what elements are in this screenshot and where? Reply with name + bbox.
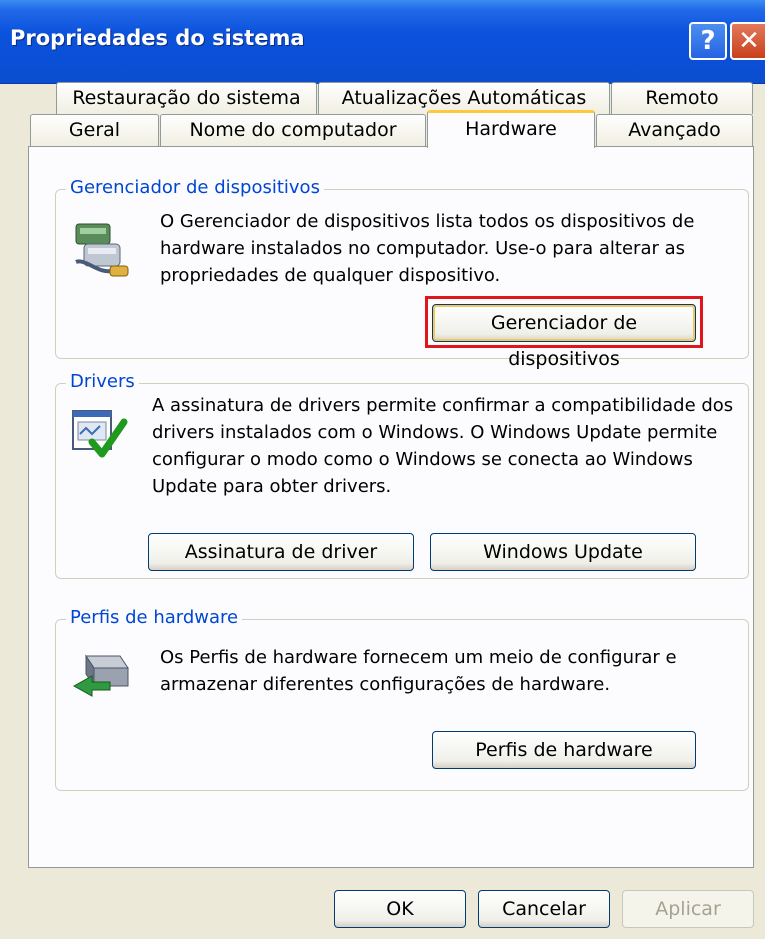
profiles-description: Os Perfis de hardware fornecem um meio d… xyxy=(160,644,677,698)
title-bar[interactable]: Propriedades do sistema ? ✕ xyxy=(0,0,765,84)
window-title: Propriedades do sistema xyxy=(10,26,305,50)
tab-restauracao-do-sistema[interactable]: Restauração do sistema xyxy=(56,82,317,114)
description-line: A assinatura de drivers permite confirma… xyxy=(152,395,734,416)
tab-label: Hardware xyxy=(465,118,557,140)
cancel-button[interactable]: Cancelar xyxy=(478,890,610,928)
tab-label: Remoto xyxy=(645,87,719,109)
tab-geral[interactable]: Geral xyxy=(30,114,159,146)
ok-button[interactable]: OK xyxy=(334,890,466,928)
description-line: drivers instalados com o Windows. O Wind… xyxy=(152,422,718,443)
system-properties-window: Propriedades do sistema ? ✕ Restauração … xyxy=(0,0,765,939)
help-icon: ? xyxy=(700,26,716,56)
group-legend: Drivers xyxy=(66,371,139,393)
hardware-profiles-icon xyxy=(72,654,129,697)
tab-remoto[interactable]: Remoto xyxy=(611,82,753,114)
tab-label: Restauração do sistema xyxy=(72,87,301,109)
driver-signing-button[interactable]: Assinatura de driver xyxy=(148,533,414,571)
description-line: armazenar diferentes configurações de ha… xyxy=(160,674,611,695)
tab-hardware[interactable]: Hardware xyxy=(427,110,595,148)
tab-label: Atualizações Automáticas xyxy=(341,87,587,109)
description-line: propriedades de qualquer dispositivo. xyxy=(160,265,501,286)
hardware-profiles-button[interactable]: Perfis de hardware xyxy=(432,731,696,769)
drivers-description: A assinatura de drivers permite confirma… xyxy=(152,392,733,500)
windows-update-button[interactable]: Windows Update xyxy=(430,533,696,571)
tab-avancado[interactable]: Avançado xyxy=(596,114,753,146)
tab-label: Geral xyxy=(68,119,121,141)
device-manager-button[interactable]: Gerenciador de dispositivos xyxy=(432,304,696,370)
close-button[interactable]: ✕ xyxy=(730,22,765,60)
help-button[interactable]: ? xyxy=(689,22,727,60)
driver-signing-icon xyxy=(72,410,128,458)
apply-button[interactable]: Aplicar xyxy=(622,890,754,928)
device-manager-description: O Gerenciador de dispositivos lista todo… xyxy=(160,208,694,289)
group-legend: Gerenciador de dispositivos xyxy=(66,177,324,199)
description-line: Update para obter drivers. xyxy=(152,476,392,497)
tab-label: Nome do computador xyxy=(189,119,397,141)
tab-label: Avançado xyxy=(628,119,721,141)
description-line: configurar o modo como o Windows se cone… xyxy=(152,449,693,470)
tab-nome-do-computador[interactable]: Nome do computador xyxy=(160,114,426,146)
description-line: hardware instalados no computador. Use-o… xyxy=(160,238,686,259)
close-icon: ✕ xyxy=(738,26,760,56)
device-manager-icon xyxy=(75,223,129,277)
description-line: Os Perfis de hardware fornecem um meio d… xyxy=(160,647,677,668)
group-legend: Perfis de hardware xyxy=(66,607,243,629)
description-line: O Gerenciador de dispositivos lista todo… xyxy=(160,211,695,232)
